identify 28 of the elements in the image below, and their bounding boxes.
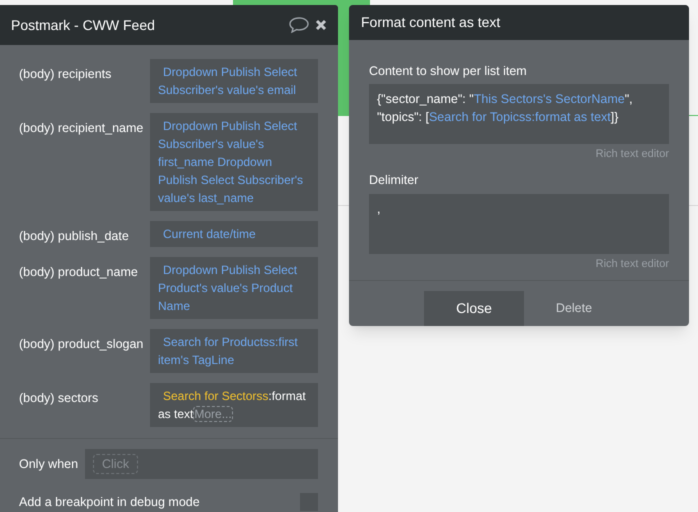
- expression-field[interactable]: Dropdown Publish Select Product's value's Product Name: [150, 257, 318, 319]
- content-label: Content to show per list item: [369, 62, 528, 80]
- field-label: (body) publish_date: [19, 228, 130, 245]
- expression-field[interactable]: Search for Productss:first item's TagLine: [150, 329, 318, 373]
- field-label: (body) product_slogan: [19, 336, 144, 353]
- expression-field[interactable]: Dropdown Publish Select Subscriber's value's email: [150, 59, 318, 103]
- expression-field[interactable]: Dropdown Publish Select Subscriber's value's first_name Dropdown Publish Select Subscriber's value's last_name: [150, 113, 318, 211]
- close-button[interactable]: Close: [424, 291, 524, 326]
- only-when-field[interactable]: Click: [85, 449, 318, 479]
- field-label: (body) recipient_name: [19, 120, 144, 137]
- delete-button[interactable]: Delete: [534, 291, 614, 326]
- expression-field[interactable]: Current date/time: [150, 221, 318, 247]
- breakpoint-label: Add a breakpoint in debug mode: [19, 494, 200, 511]
- field-label: (body) recipients: [19, 66, 112, 83]
- panel-title: Postmark - CWW Feed: [11, 16, 155, 34]
- placeholder-text: Click: [93, 454, 138, 474]
- rich-text-editor-link[interactable]: Rich text editor: [596, 256, 669, 272]
- rich-text-editor-link[interactable]: Rich text editor: [596, 146, 669, 163]
- delimiter-field[interactable]: ,: [369, 194, 669, 254]
- only-when-label: Only when: [19, 456, 80, 473]
- field-label: (body) sectors: [19, 390, 100, 407]
- delimiter-label: Delimiter: [369, 172, 420, 189]
- expression-field[interactable]: Search for Sectorss:format as textMore...: [150, 383, 318, 427]
- comment-icon[interactable]: [289, 17, 309, 33]
- dialog-title: Format content as text: [361, 12, 500, 32]
- content-field[interactable]: {"sector_name": "This Sectors's SectorName", "topics": [Search for Topicss:format as text]}: [369, 84, 669, 144]
- field-label: (body) product_name: [19, 264, 139, 281]
- close-icon[interactable]: [315, 19, 327, 31]
